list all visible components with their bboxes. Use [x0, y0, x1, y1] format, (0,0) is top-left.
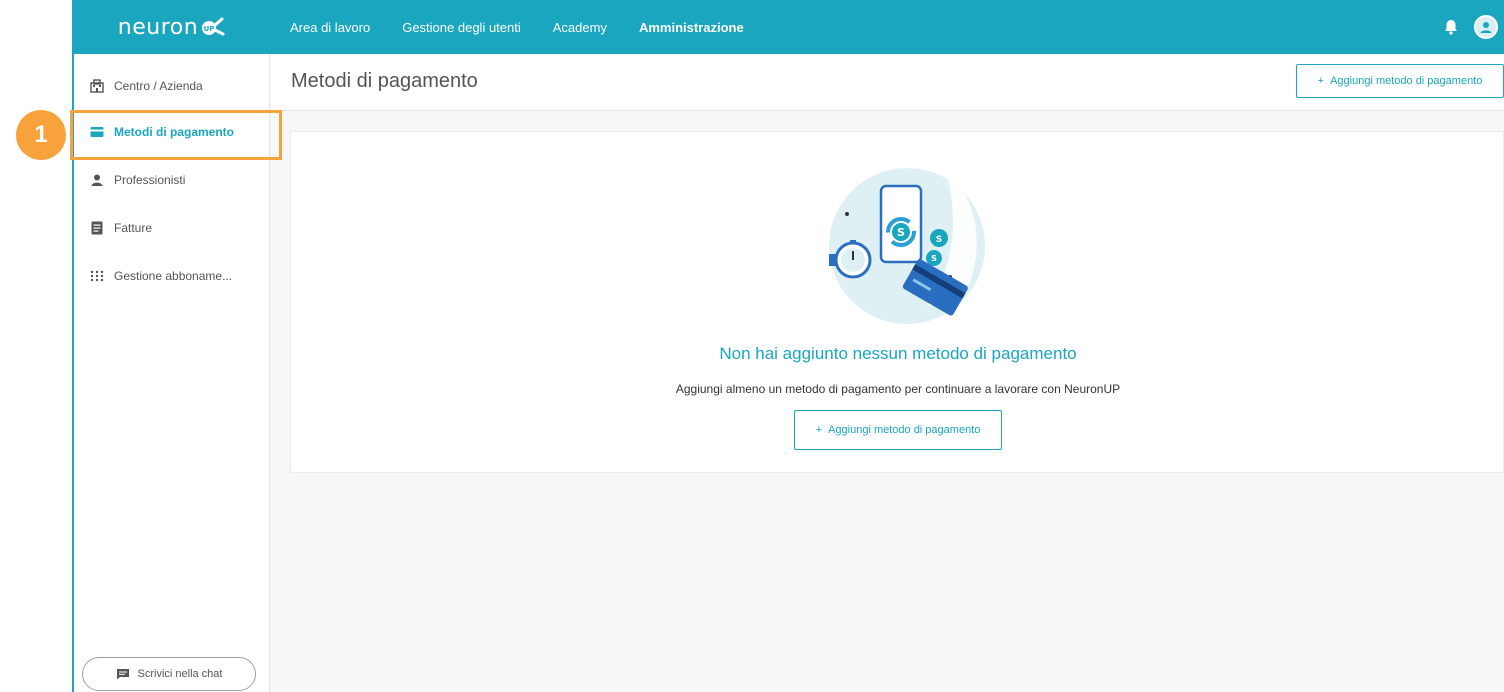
avatar[interactable] [1474, 15, 1498, 39]
grid-dots-icon [90, 269, 104, 283]
nav-area-di-lavoro[interactable]: Area di lavoro [290, 20, 370, 35]
plus-icon: + [1317, 75, 1325, 87]
add-payment-method-label: Aggiungi metodo di pagamento [828, 424, 981, 436]
payment-illustration: S S S [829, 168, 985, 324]
sidebar-item-gestione-abbonamenti[interactable]: Gestione abboname... [74, 252, 270, 300]
sidebar-item-fatture[interactable]: Fatture [74, 204, 270, 252]
sidebar-item-centro-azienda[interactable]: Centro / Azienda [74, 62, 270, 110]
add-payment-method-button-empty[interactable]: + Aggiungi metodo di pagamento [794, 410, 1002, 450]
sidebar-item-label: Fatture [114, 221, 153, 235]
logo-badge: UP [204, 25, 215, 33]
user-icon [90, 173, 104, 187]
sidebar-item-label: Centro / Azienda [114, 79, 203, 93]
chat-icon [116, 669, 129, 680]
svg-text:S: S [936, 235, 942, 245]
callout-badge: 1 [16, 110, 66, 160]
logo[interactable]: neuron UP [74, 0, 270, 54]
logo-text: neuron [117, 14, 199, 40]
svg-text:S: S [897, 226, 905, 239]
page-header: Metodi di pagamento + Aggiungi metodo di… [271, 54, 1504, 111]
page-title: Metodi di pagamento [291, 70, 478, 92]
user-avatar-icon [1480, 22, 1492, 33]
logo-mark-icon: UP [202, 17, 225, 36]
bell-icon[interactable] [1442, 18, 1460, 36]
invoice-icon [90, 221, 104, 235]
app-frame: neuron UP Area di lavoro Gestione degli … [72, 0, 1504, 692]
svg-text:S: S [931, 254, 937, 263]
callout-highlight [70, 110, 282, 160]
nav-amministrazione[interactable]: Amministrazione [639, 20, 744, 35]
empty-state-card: S S S Non hai aggiunto nessun metodo di … [290, 131, 1504, 473]
empty-state-subtitle: Aggiungi almeno un metodo di pagamento p… [675, 382, 1121, 396]
building-icon [90, 79, 104, 93]
add-payment-method-label: Aggiungi metodo di pagamento [1330, 75, 1483, 87]
sidebar-item-label: Gestione abboname... [114, 269, 233, 283]
chat-button-label: Scrivici nella chat [137, 668, 223, 680]
plus-icon: + [815, 424, 823, 436]
callout-number: 1 [34, 121, 48, 148]
nav-academy[interactable]: Academy [553, 20, 607, 35]
sidebar-item-label: Professionisti [114, 173, 186, 187]
add-payment-method-button[interactable]: + Aggiungi metodo di pagamento [1296, 64, 1504, 98]
nav-gestione-utenti[interactable]: Gestione degli utenti [402, 20, 521, 35]
main-nav: Area di lavoro Gestione degli utenti Aca… [290, 0, 744, 54]
top-bar: neuron UP Area di lavoro Gestione degli … [74, 0, 1504, 54]
empty-state-title: Non hai aggiunto nessun metodo di pagame… [719, 344, 1077, 363]
sidebar-item-professionisti[interactable]: Professionisti [74, 156, 270, 204]
top-icons [1442, 0, 1498, 54]
chat-button[interactable]: Scrivici nella chat [82, 657, 256, 691]
